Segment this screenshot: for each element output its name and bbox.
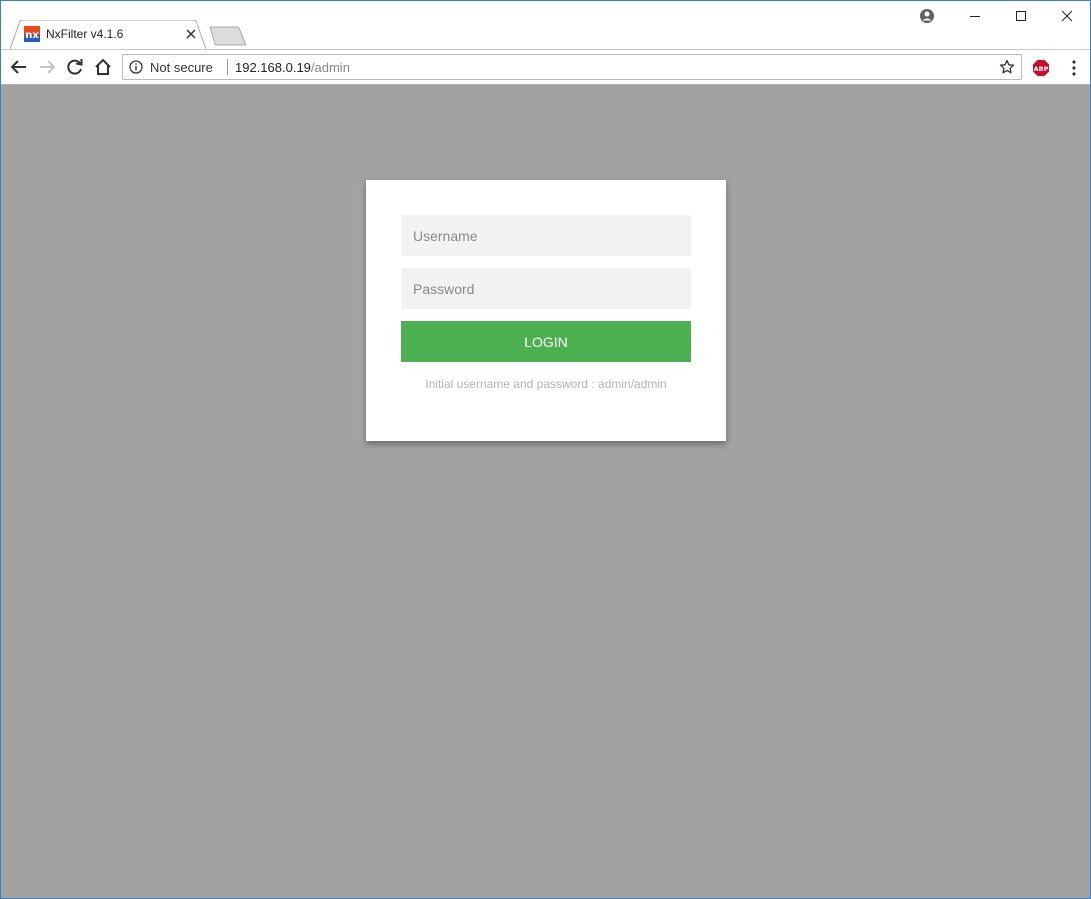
close-window-icon — [1061, 10, 1073, 22]
back-arrow-icon[interactable] — [10, 58, 28, 76]
bookmark-star-icon[interactable] — [999, 59, 1015, 75]
page-content: LOGIN Initial username and password : ad… — [1, 85, 1090, 898]
password-input[interactable] — [401, 268, 691, 309]
maximize-button[interactable] — [998, 1, 1044, 31]
url-host: 192.168.0.19 — [235, 60, 311, 75]
adblock-plus-icon[interactable]: ABP — [1032, 59, 1050, 77]
browser-window: nx NxFilter v4.1.6 Not secure 192.168.0.… — [0, 0, 1091, 899]
new-tab-button[interactable] — [209, 26, 247, 46]
login-button[interactable]: LOGIN — [401, 321, 691, 362]
address-separator — [227, 59, 228, 75]
nxfilter-favicon-icon: nx — [24, 26, 40, 42]
tab-title: NxFilter v4.1.6 — [46, 27, 124, 41]
info-icon[interactable] — [129, 60, 143, 74]
url-path: /admin — [310, 60, 350, 75]
maximize-icon — [1016, 11, 1026, 21]
security-label[interactable]: Not secure — [150, 60, 213, 75]
home-icon[interactable] — [94, 58, 112, 76]
forward-arrow-icon[interactable] — [38, 58, 56, 76]
address-bar[interactable]: Not secure 192.168.0.19/admin — [122, 54, 1022, 80]
credentials-hint: Initial username and password : admin/ad… — [425, 377, 667, 391]
browser-toolbar: Not secure 192.168.0.19/admin ABP — [1, 49, 1090, 85]
adblock-badge-text: ABP — [1034, 65, 1049, 73]
favicon-text: nx — [25, 30, 39, 41]
browser-menu-icon[interactable] — [1067, 59, 1081, 77]
minimize-icon — [970, 16, 980, 17]
profile-icon[interactable] — [919, 8, 935, 24]
minimize-button[interactable] — [952, 1, 998, 31]
username-input[interactable] — [401, 215, 691, 256]
tab-strip: nx NxFilter v4.1.6 — [1, 1, 1090, 49]
login-card: LOGIN Initial username and password : ad… — [366, 180, 726, 441]
url-text[interactable]: 192.168.0.19/admin — [235, 60, 350, 75]
reload-icon[interactable] — [66, 58, 84, 76]
close-window-button[interactable] — [1044, 1, 1090, 31]
browser-tab[interactable]: nx NxFilter v4.1.6 — [10, 20, 206, 49]
tab-close-icon[interactable] — [185, 28, 197, 40]
